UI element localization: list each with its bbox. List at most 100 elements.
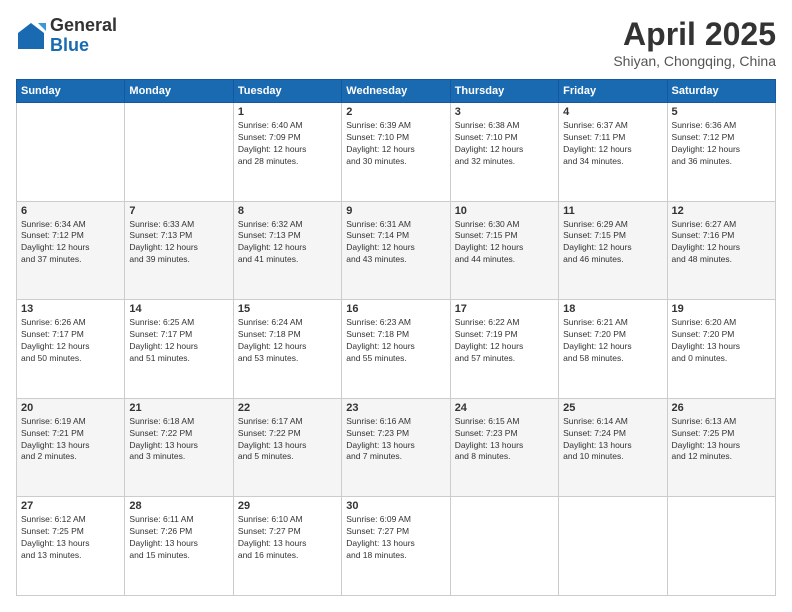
calendar-cell-w1-d5: 4Sunrise: 6:37 AM Sunset: 7:11 PM Daylig…: [559, 103, 667, 202]
day-number: 1: [238, 106, 337, 118]
calendar-table: Sunday Monday Tuesday Wednesday Thursday…: [16, 79, 776, 596]
calendar-cell-w2-d3: 9 Sunrise: 6:31 AM Sunset: 7:14 PM Daylig…: [342, 201, 450, 300]
calendar-cell-w2-d6: 12 Sunrise: 6:27 AM Sunset: 7:16 PM Dayli…: [667, 201, 775, 300]
day-number: 11: [563, 205, 662, 217]
day-info: Sunrise: 6:39 AM Sunset: 7:10 PM Dayligh…: [346, 120, 445, 168]
calendar-cell-w5-d1: 28 Sunrise: 6:11 AM Sunset: 7:26 PM Dayli…: [125, 497, 233, 596]
day-info: Sunrise: 6:10 AM Sunset: 7:27 PM Dayligh…: [238, 514, 337, 562]
day-number: 30: [346, 500, 445, 512]
logo-general: General: [50, 16, 117, 36]
day-info: Sunrise: 6:27 AM Sunset: 7:16 PM Dayligh…: [672, 219, 771, 267]
calendar-cell-w5-d5: [559, 497, 667, 596]
day-info: Sunrise: 6:21 AM Sunset: 7:20 PM Dayligh…: [563, 317, 662, 365]
day-info: Sunrise: 6:30 AM Sunset: 7:15 PM Dayligh…: [455, 219, 554, 267]
calendar-cell-w5-d2: 29Sunrise: 6:10 AM Sunset: 7:27 PM Dayli…: [233, 497, 341, 596]
calendar-cell-w4-d5: 25 Sunrise: 6:14 AM Sunset: 7:24 PM Dayli…: [559, 398, 667, 497]
calendar-header-row: Sunday Monday Tuesday Wednesday Thursday…: [17, 80, 776, 103]
day-info: Sunrise: 6:25 AM Sunset: 7:17 PM Dayligh…: [129, 317, 228, 365]
day-number: 2: [346, 106, 445, 118]
calendar-cell-w5-d4: [450, 497, 558, 596]
day-info: Sunrise: 6:34 AM Sunset: 7:12 PM Dayligh…: [21, 219, 120, 267]
calendar-cell-w4-d0: 20Sunrise: 6:19 AM Sunset: 7:21 PM Dayli…: [17, 398, 125, 497]
col-monday: Monday: [125, 80, 233, 103]
day-info: Sunrise: 6:16 AM Sunset: 7:23 PM Dayligh…: [346, 416, 445, 464]
day-number: 5: [672, 106, 771, 118]
day-number: 18: [563, 303, 662, 315]
day-info: Sunrise: 6:31 AM Sunset: 7:14 PM Dayligh…: [346, 219, 445, 267]
month-title: April 2025: [613, 16, 776, 53]
calendar-cell-w1-d4: 3 Sunrise: 6:38 AM Sunset: 7:10 PM Daylig…: [450, 103, 558, 202]
col-wednesday: Wednesday: [342, 80, 450, 103]
day-number: 8: [238, 205, 337, 217]
col-tuesday: Tuesday: [233, 80, 341, 103]
location-subtitle: Shiyan, Chongqing, China: [613, 53, 776, 69]
day-number: 12: [672, 205, 771, 217]
col-friday: Friday: [559, 80, 667, 103]
calendar-cell-w4-d4: 24 Sunrise: 6:15 AM Sunset: 7:23 PM Dayli…: [450, 398, 558, 497]
calendar-week-4: 20Sunrise: 6:19 AM Sunset: 7:21 PM Dayli…: [17, 398, 776, 497]
calendar-cell-w4-d6: 26 Sunrise: 6:13 AM Sunset: 7:25 PM Dayli…: [667, 398, 775, 497]
day-info: Sunrise: 6:26 AM Sunset: 7:17 PM Dayligh…: [21, 317, 120, 365]
day-number: 17: [455, 303, 554, 315]
day-number: 6: [21, 205, 120, 217]
calendar-week-5: 27 Sunrise: 6:12 AM Sunset: 7:25 PM Dayli…: [17, 497, 776, 596]
day-info: Sunrise: 6:12 AM Sunset: 7:25 PM Dayligh…: [21, 514, 120, 562]
calendar-cell-w3-d3: 16 Sunrise: 6:23 AM Sunset: 7:18 PM Dayli…: [342, 300, 450, 399]
calendar-cell-w1-d6: 5Sunrise: 6:36 AM Sunset: 7:12 PM Daylig…: [667, 103, 775, 202]
day-number: 22: [238, 402, 337, 414]
day-number: 15: [238, 303, 337, 315]
calendar-cell-w2-d0: 6 Sunrise: 6:34 AM Sunset: 7:12 PM Daylig…: [17, 201, 125, 300]
calendar-cell-w2-d1: 7Sunrise: 6:33 AM Sunset: 7:13 PM Daylig…: [125, 201, 233, 300]
day-info: Sunrise: 6:14 AM Sunset: 7:24 PM Dayligh…: [563, 416, 662, 464]
day-number: 9: [346, 205, 445, 217]
calendar-cell-w1-d0: [17, 103, 125, 202]
calendar-cell-w2-d4: 10 Sunrise: 6:30 AM Sunset: 7:15 PM Dayli…: [450, 201, 558, 300]
day-info: Sunrise: 6:40 AM Sunset: 7:09 PM Dayligh…: [238, 120, 337, 168]
day-number: 25: [563, 402, 662, 414]
calendar-cell-w1-d2: 1 Sunrise: 6:40 AM Sunset: 7:09 PM Daylig…: [233, 103, 341, 202]
calendar-cell-w4-d2: 22 Sunrise: 6:17 AM Sunset: 7:22 PM Dayli…: [233, 398, 341, 497]
calendar-cell-w3-d2: 15 Sunrise: 6:24 AM Sunset: 7:18 PM Dayli…: [233, 300, 341, 399]
calendar-cell-w3-d4: 17 Sunrise: 6:22 AM Sunset: 7:19 PM Dayli…: [450, 300, 558, 399]
day-info: Sunrise: 6:11 AM Sunset: 7:26 PM Dayligh…: [129, 514, 228, 562]
day-info: Sunrise: 6:33 AM Sunset: 7:13 PM Dayligh…: [129, 219, 228, 267]
day-number: 10: [455, 205, 554, 217]
day-info: Sunrise: 6:24 AM Sunset: 7:18 PM Dayligh…: [238, 317, 337, 365]
title-section: April 2025 Shiyan, Chongqing, China: [613, 16, 776, 69]
calendar-cell-w3-d5: 18 Sunrise: 6:21 AM Sunset: 7:20 PM Dayli…: [559, 300, 667, 399]
day-info: Sunrise: 6:38 AM Sunset: 7:10 PM Dayligh…: [455, 120, 554, 168]
day-number: 26: [672, 402, 771, 414]
day-number: 16: [346, 303, 445, 315]
calendar-cell-w2-d5: 11Sunrise: 6:29 AM Sunset: 7:15 PM Dayli…: [559, 201, 667, 300]
day-number: 27: [21, 500, 120, 512]
calendar-week-3: 13Sunrise: 6:26 AM Sunset: 7:17 PM Dayli…: [17, 300, 776, 399]
day-info: Sunrise: 6:32 AM Sunset: 7:13 PM Dayligh…: [238, 219, 337, 267]
header: General Blue April 2025 Shiyan, Chongqin…: [16, 16, 776, 69]
logo: General Blue: [16, 16, 117, 56]
calendar-cell-w3-d0: 13Sunrise: 6:26 AM Sunset: 7:17 PM Dayli…: [17, 300, 125, 399]
day-number: 4: [563, 106, 662, 118]
day-info: Sunrise: 6:13 AM Sunset: 7:25 PM Dayligh…: [672, 416, 771, 464]
day-number: 28: [129, 500, 228, 512]
day-info: Sunrise: 6:20 AM Sunset: 7:20 PM Dayligh…: [672, 317, 771, 365]
day-info: Sunrise: 6:17 AM Sunset: 7:22 PM Dayligh…: [238, 416, 337, 464]
day-info: Sunrise: 6:22 AM Sunset: 7:19 PM Dayligh…: [455, 317, 554, 365]
day-number: 19: [672, 303, 771, 315]
col-sunday: Sunday: [17, 80, 125, 103]
calendar-cell-w3-d6: 19 Sunrise: 6:20 AM Sunset: 7:20 PM Dayli…: [667, 300, 775, 399]
calendar-cell-w5-d6: [667, 497, 775, 596]
calendar-cell-w4-d1: 21Sunrise: 6:18 AM Sunset: 7:22 PM Dayli…: [125, 398, 233, 497]
day-info: Sunrise: 6:15 AM Sunset: 7:23 PM Dayligh…: [455, 416, 554, 464]
calendar-cell-w5-d3: 30Sunrise: 6:09 AM Sunset: 7:27 PM Dayli…: [342, 497, 450, 596]
page: General Blue April 2025 Shiyan, Chongqin…: [0, 0, 792, 612]
calendar-week-1: 1 Sunrise: 6:40 AM Sunset: 7:09 PM Daylig…: [17, 103, 776, 202]
day-info: Sunrise: 6:23 AM Sunset: 7:18 PM Dayligh…: [346, 317, 445, 365]
day-number: 3: [455, 106, 554, 118]
day-number: 24: [455, 402, 554, 414]
logo-blue: Blue: [50, 36, 117, 56]
calendar-cell-w5-d0: 27 Sunrise: 6:12 AM Sunset: 7:25 PM Dayli…: [17, 497, 125, 596]
calendar-cell-w1-d1: [125, 103, 233, 202]
day-number: 14: [129, 303, 228, 315]
calendar-cell-w1-d3: 2 Sunrise: 6:39 AM Sunset: 7:10 PM Daylig…: [342, 103, 450, 202]
logo-text: General Blue: [50, 16, 117, 56]
